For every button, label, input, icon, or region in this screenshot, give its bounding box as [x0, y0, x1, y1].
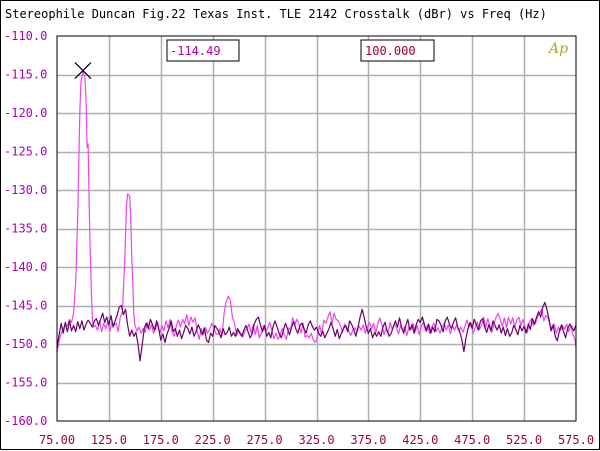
y-tick-label: -160.0 — [4, 414, 47, 428]
x-tick-label: 225.0 — [195, 433, 231, 447]
x-tick-label: 75.00 — [39, 433, 75, 447]
x-tick-label: 375.0 — [350, 433, 386, 447]
analyzer-window: Stereophile Duncan Fig.22 Texas Inst. TL… — [0, 0, 600, 450]
marker-level-readout: -114.49 — [170, 44, 221, 58]
grid-lines — [57, 36, 576, 421]
x-tick-label: 125.0 — [91, 433, 127, 447]
y-tick-label: -140.0 — [4, 260, 47, 274]
chart-title: Stereophile Duncan Fig.22 Texas Inst. TL… — [5, 7, 547, 21]
crosstalk-chart: Stereophile Duncan Fig.22 Texas Inst. TL… — [4, 7, 594, 447]
plot-border — [56, 35, 577, 422]
y-tick-label: -130.0 — [4, 183, 47, 197]
x-tick-label: 525.0 — [506, 433, 542, 447]
y-tick-label: -155.0 — [4, 376, 47, 390]
y-tick-label: -110.0 — [4, 29, 47, 43]
frequency-readout-box: 100.000 — [360, 39, 435, 62]
y-tick-label: -135.0 — [4, 222, 47, 236]
x-tick-label: 475.0 — [454, 433, 490, 447]
series-line-2 — [56, 301, 577, 362]
x-tick-label: 575.0 — [558, 433, 594, 447]
x-tick-label: 425.0 — [402, 433, 438, 447]
y-tick-label: -115.0 — [4, 68, 47, 82]
x-tick-label: 275.0 — [247, 433, 283, 447]
x-tick-labels: 75.00 125.0 175.0 225.0 275.0 325.0 375.0 425.0… — [39, 433, 594, 447]
y-tick-labels: -110.0 -115.0 -120.0 -125.0 -130.0 -135.0 -140… — [4, 29, 47, 428]
y-tick-label: -145.0 — [4, 299, 47, 313]
y-tick-label: -150.0 — [4, 337, 47, 351]
y-tick-label: -120.0 — [4, 106, 47, 120]
ap-logo: Ap — [547, 41, 568, 57]
marker-readout-box: -114.49 — [166, 39, 240, 62]
marker-frequency-readout: 100.000 — [365, 44, 416, 58]
x-tick-label: 325.0 — [298, 433, 334, 447]
y-tick-label: -125.0 — [4, 145, 47, 159]
x-tick-label: 175.0 — [143, 433, 179, 447]
